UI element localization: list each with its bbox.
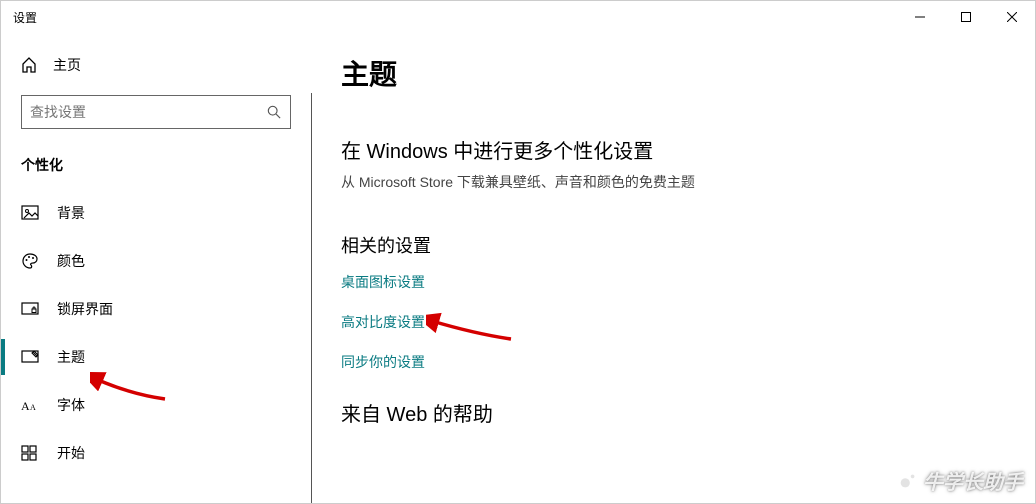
page-title: 主题 [341, 53, 1005, 93]
home-label: 主页 [53, 55, 81, 75]
sidebar-item-lockscreen[interactable]: 锁屏界面 [1, 285, 311, 333]
sidebar-item-label: 开始 [57, 443, 85, 463]
close-icon [1007, 12, 1017, 22]
sidebar-item-label: 字体 [57, 395, 85, 415]
sidebar-item-background[interactable]: 背景 [1, 189, 311, 237]
maximize-icon [961, 12, 971, 22]
picture-icon [21, 204, 39, 222]
settings-window: 设置 主页 [0, 0, 1036, 504]
sidebar-item-label: 颜色 [57, 251, 85, 271]
theme-icon [21, 348, 39, 366]
close-button[interactable] [989, 1, 1035, 33]
search-input[interactable] [30, 104, 266, 120]
sidebar-item-label: 背景 [57, 203, 85, 223]
sidebar-item-label: 主题 [57, 347, 85, 367]
home-icon [21, 57, 37, 73]
related-heading: 相关的设置 [341, 232, 1005, 258]
maximize-button[interactable] [943, 1, 989, 33]
font-icon: AA [21, 396, 39, 414]
web-help-heading: 来自 Web 的帮助 [341, 398, 1005, 427]
sidebar-item-themes[interactable]: 主题 [1, 333, 311, 381]
lockscreen-icon [21, 300, 39, 318]
more-desc: 从 Microsoft Store 下载兼具壁纸、声音和颜色的免费主题 [341, 172, 1005, 192]
main-panel: 主题 在 Windows 中进行更多个性化设置 从 Microsoft Stor… [311, 33, 1035, 503]
search-icon [266, 104, 282, 120]
content-area: 主页 个性化 背景 [1, 33, 1035, 503]
more-heading: 在 Windows 中进行更多个性化设置 [341, 135, 1005, 164]
svg-text:A: A [30, 403, 36, 412]
sidebar-item-fonts[interactable]: AA 字体 [1, 381, 311, 429]
sidebar: 主页 个性化 背景 [1, 33, 311, 503]
search-box[interactable] [21, 95, 291, 129]
home-button[interactable]: 主页 [1, 45, 311, 85]
sidebar-item-label: 锁屏界面 [57, 299, 113, 319]
palette-icon [21, 252, 39, 270]
link-desktop-icon-settings[interactable]: 桌面图标设置 [341, 272, 1005, 292]
svg-text:A: A [21, 399, 30, 413]
nav-list: 背景 颜色 锁屏界面 [1, 189, 311, 477]
window-controls [897, 1, 1035, 33]
link-sync-settings[interactable]: 同步你的设置 [341, 352, 1005, 372]
window-title: 设置 [13, 9, 37, 26]
titlebar: 设置 [1, 1, 1035, 33]
sidebar-item-colors[interactable]: 颜色 [1, 237, 311, 285]
sidebar-item-start[interactable]: 开始 [1, 429, 311, 477]
section-label: 个性化 [1, 147, 311, 189]
minimize-button[interactable] [897, 1, 943, 33]
start-icon [21, 444, 39, 462]
minimize-icon [915, 12, 925, 22]
link-high-contrast-settings[interactable]: 高对比度设置 [341, 312, 1005, 332]
